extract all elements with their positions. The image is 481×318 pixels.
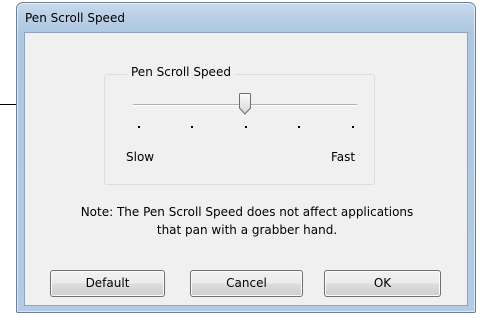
slider-thumb-icon — [239, 93, 251, 115]
fast-label: Fast — [331, 150, 356, 164]
slider-tick — [191, 126, 193, 128]
dialog-client-area: Pen Scroll Speed Slow Fast Note: The Pen… — [24, 32, 468, 306]
slider-tick — [245, 126, 247, 128]
pen-scroll-speed-dialog: Pen Scroll Speed Pen Scroll Speed Slow F… — [16, 2, 476, 313]
default-button[interactable]: Default — [50, 270, 165, 297]
slider-thumb[interactable] — [239, 93, 251, 115]
slider-tick — [352, 126, 354, 128]
slider-tick — [298, 126, 300, 128]
note-text: Note: The Pen Scroll Speed does not affe… — [35, 203, 459, 239]
slider-tick — [138, 126, 140, 128]
screenshot-stage: Pen Scroll Speed Pen Scroll Speed Slow F… — [0, 0, 481, 318]
ok-button[interactable]: OK — [324, 270, 441, 297]
note-line-1: Note: The Pen Scroll Speed does not affe… — [80, 205, 414, 219]
scroll-speed-slider[interactable] — [133, 91, 357, 131]
slow-label: Slow — [126, 150, 155, 164]
window-title: Pen Scroll Speed — [25, 11, 125, 25]
note-line-2: that pan with a grabber hand. — [156, 223, 338, 237]
groupbox-label: Pen Scroll Speed — [127, 65, 235, 79]
title-bar[interactable]: Pen Scroll Speed — [17, 3, 475, 31]
cancel-button[interactable]: Cancel — [190, 270, 303, 297]
